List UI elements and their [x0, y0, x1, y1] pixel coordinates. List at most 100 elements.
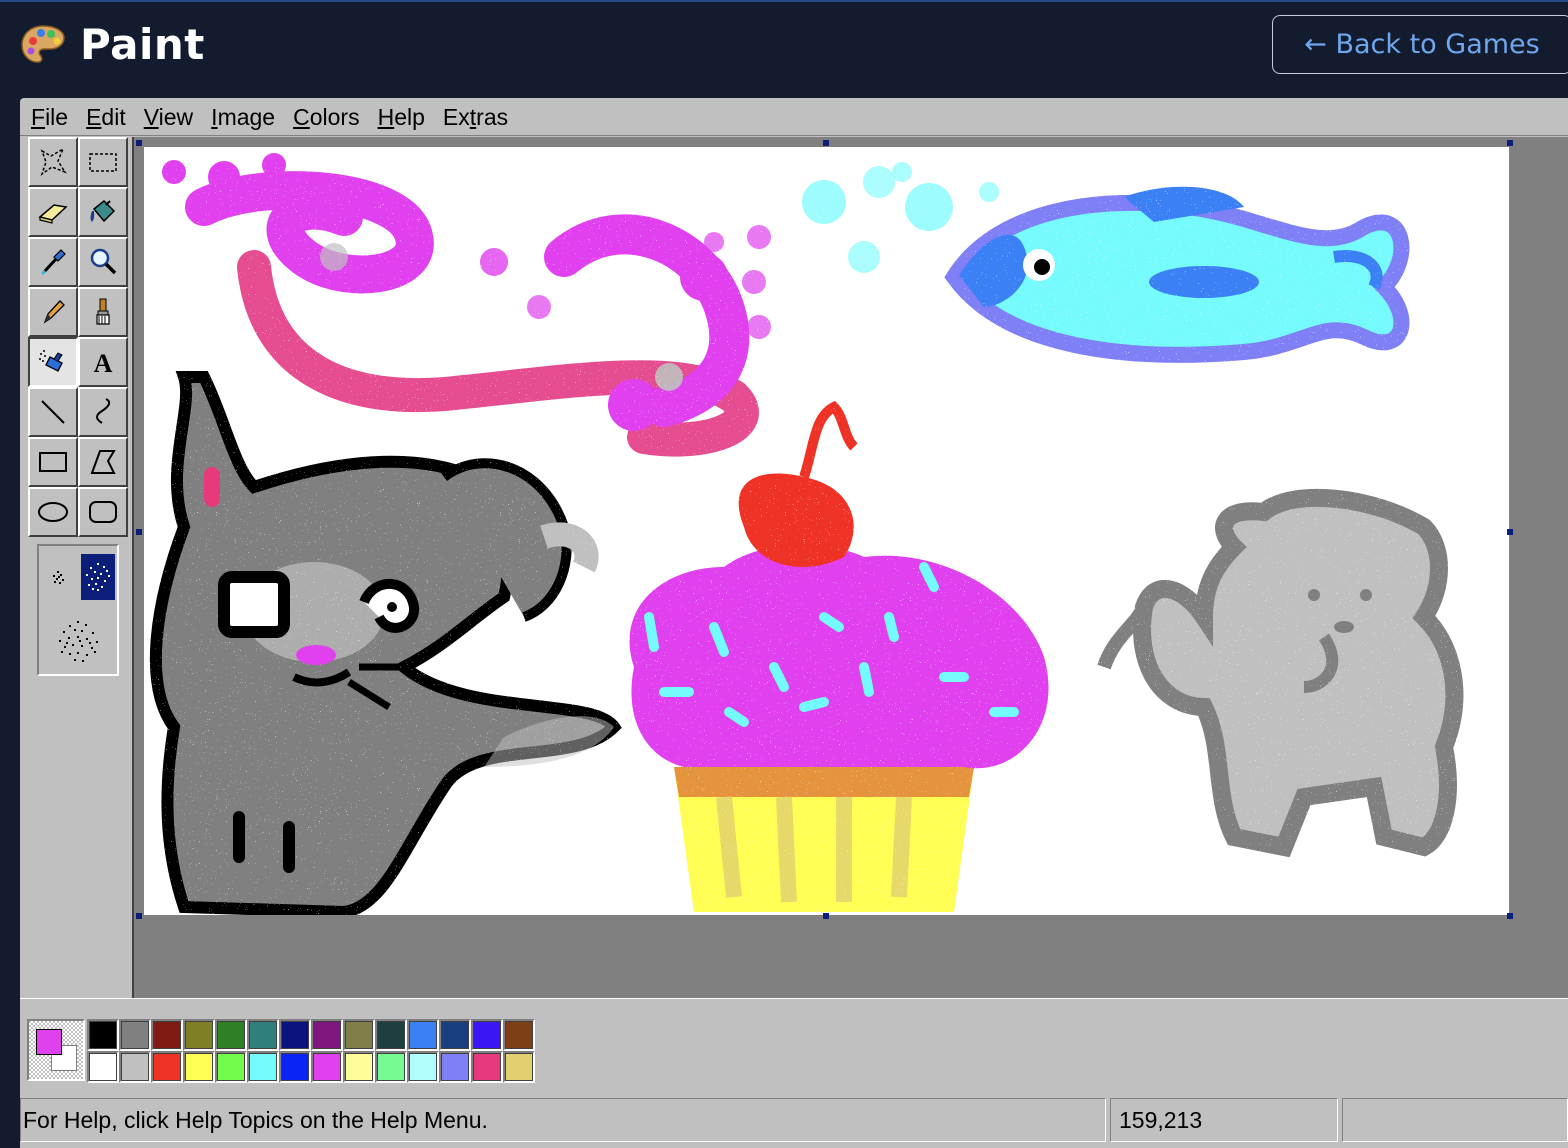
airbrush-size-medium[interactable]: [81, 554, 115, 600]
palette-swatch[interactable]: [215, 1051, 247, 1083]
resize-handle-bottom-left[interactable]: [136, 913, 142, 919]
menu-edit[interactable]: Edit: [77, 98, 135, 136]
drawing-canvas[interactable]: [144, 147, 1509, 915]
tool-eraser[interactable]: [28, 187, 78, 237]
curve-icon: [96, 398, 111, 424]
tool-rectangle[interactable]: [28, 437, 78, 487]
palette-swatch[interactable]: [151, 1019, 183, 1051]
palette-swatch-color: [345, 1021, 373, 1049]
palette-swatch-color: [249, 1053, 277, 1081]
palette-swatch[interactable]: [151, 1051, 183, 1083]
menu-help[interactable]: Help: [369, 98, 434, 136]
cat-drawing: [149, 371, 622, 915]
palette-swatch-color: [473, 1053, 501, 1081]
palette-swatch[interactable]: [119, 1051, 151, 1083]
resize-handle-top[interactable]: [823, 140, 829, 146]
palette-swatch[interactable]: [119, 1019, 151, 1051]
tool-brush[interactable]: [78, 287, 128, 337]
canvas-artwork: [149, 153, 1464, 915]
airbrush-size-large[interactable]: [53, 616, 105, 668]
palette-swatch-color: [121, 1021, 149, 1049]
palette-swatch[interactable]: [407, 1019, 439, 1051]
menu-view[interactable]: View: [135, 98, 202, 136]
fill-icon: [90, 199, 116, 223]
palette-swatch[interactable]: [439, 1051, 471, 1083]
palette-swatch-color: [185, 1021, 213, 1049]
palette-swatch[interactable]: [503, 1019, 535, 1051]
tool-fill[interactable]: [78, 187, 128, 237]
paint-window: File Edit View Image Colors Help Extras: [20, 98, 1568, 1148]
palette-swatch[interactable]: [471, 1051, 503, 1083]
palette-swatch-color: [313, 1021, 341, 1049]
resize-handle-top-right[interactable]: [1507, 140, 1513, 146]
resize-handle-bottom-right[interactable]: [1507, 913, 1513, 919]
spray-medium-icon: [86, 563, 110, 591]
menubar: File Edit View Image Colors Help Extras: [20, 98, 1568, 136]
palette-swatch[interactable]: [407, 1051, 439, 1083]
palette-swatch[interactable]: [503, 1051, 535, 1083]
tool-airbrush[interactable]: [28, 337, 78, 387]
palette-swatch[interactable]: [183, 1051, 215, 1083]
back-to-games-button[interactable]: ← Back to Games: [1272, 15, 1568, 74]
palette-swatch[interactable]: [247, 1051, 279, 1083]
tool-ellipse[interactable]: [28, 487, 78, 537]
palette-swatch[interactable]: [343, 1019, 375, 1051]
palette-swatch[interactable]: [471, 1019, 503, 1051]
tool-line[interactable]: [28, 387, 78, 437]
palette-swatch[interactable]: [343, 1051, 375, 1083]
palette-swatch[interactable]: [439, 1019, 471, 1051]
canvas-area[interactable]: [134, 137, 1568, 998]
palette-swatch-color: [377, 1021, 405, 1049]
resize-handle-right[interactable]: [1507, 529, 1513, 535]
palette-swatch[interactable]: [247, 1019, 279, 1051]
palette-swatch[interactable]: [311, 1019, 343, 1051]
palette-swatch-color: [121, 1053, 149, 1081]
palette-swatch-color: [473, 1021, 501, 1049]
palette-swatch-color: [505, 1053, 533, 1081]
tool-free-form-select[interactable]: [28, 137, 78, 187]
palette-swatch[interactable]: [311, 1051, 343, 1083]
palette-swatch-color: [313, 1053, 341, 1081]
free-form-select-icon: [40, 147, 67, 176]
palette-swatch[interactable]: [375, 1051, 407, 1083]
brand: Paint: [20, 20, 205, 69]
resize-handle-bottom[interactable]: [823, 913, 829, 919]
tool-pencil[interactable]: [28, 287, 78, 337]
palette-swatch[interactable]: [183, 1019, 215, 1051]
palette-swatch-color: [409, 1021, 437, 1049]
foreground-color-swatch[interactable]: [36, 1029, 62, 1055]
svg-text:A: A: [94, 349, 113, 378]
palette-swatches: [87, 1019, 535, 1083]
palette-swatch-color: [153, 1053, 181, 1081]
tool-polygon[interactable]: [78, 437, 128, 487]
palette-swatch-color: [377, 1053, 405, 1081]
tool-select[interactable]: [78, 137, 128, 187]
palette-swatch[interactable]: [279, 1051, 311, 1083]
palette-swatch-color: [153, 1021, 181, 1049]
palette-swatch[interactable]: [279, 1019, 311, 1051]
tool-text[interactable]: A: [78, 337, 128, 387]
menu-image[interactable]: Image: [202, 98, 284, 136]
palette-swatch[interactable]: [215, 1019, 247, 1051]
palette-icon: [21, 24, 65, 63]
palette-swatch[interactable]: [87, 1051, 119, 1083]
palette-swatch-color: [281, 1021, 309, 1049]
fish-drawing: [944, 186, 1410, 363]
menu-file[interactable]: File: [22, 98, 77, 136]
menu-extras[interactable]: Extras: [434, 98, 517, 136]
palette-swatch-color: [409, 1053, 437, 1081]
pink-swirl-drawing: [162, 153, 771, 457]
palette-swatch[interactable]: [87, 1019, 119, 1051]
magnifier-icon: [90, 248, 117, 275]
airbrush-size-small[interactable]: [47, 566, 71, 590]
tool-rounded-rectangle[interactable]: [78, 487, 128, 537]
rounded-rectangle-icon: [89, 501, 117, 523]
current-colors[interactable]: [27, 1019, 85, 1081]
resize-handle-top-left[interactable]: [136, 140, 142, 146]
tool-magnifier[interactable]: [78, 237, 128, 287]
menu-colors[interactable]: Colors: [284, 98, 368, 136]
palette-swatch[interactable]: [375, 1019, 407, 1051]
tool-curve[interactable]: [78, 387, 128, 437]
tool-pick-color[interactable]: [28, 237, 78, 287]
resize-handle-left[interactable]: [136, 529, 142, 535]
